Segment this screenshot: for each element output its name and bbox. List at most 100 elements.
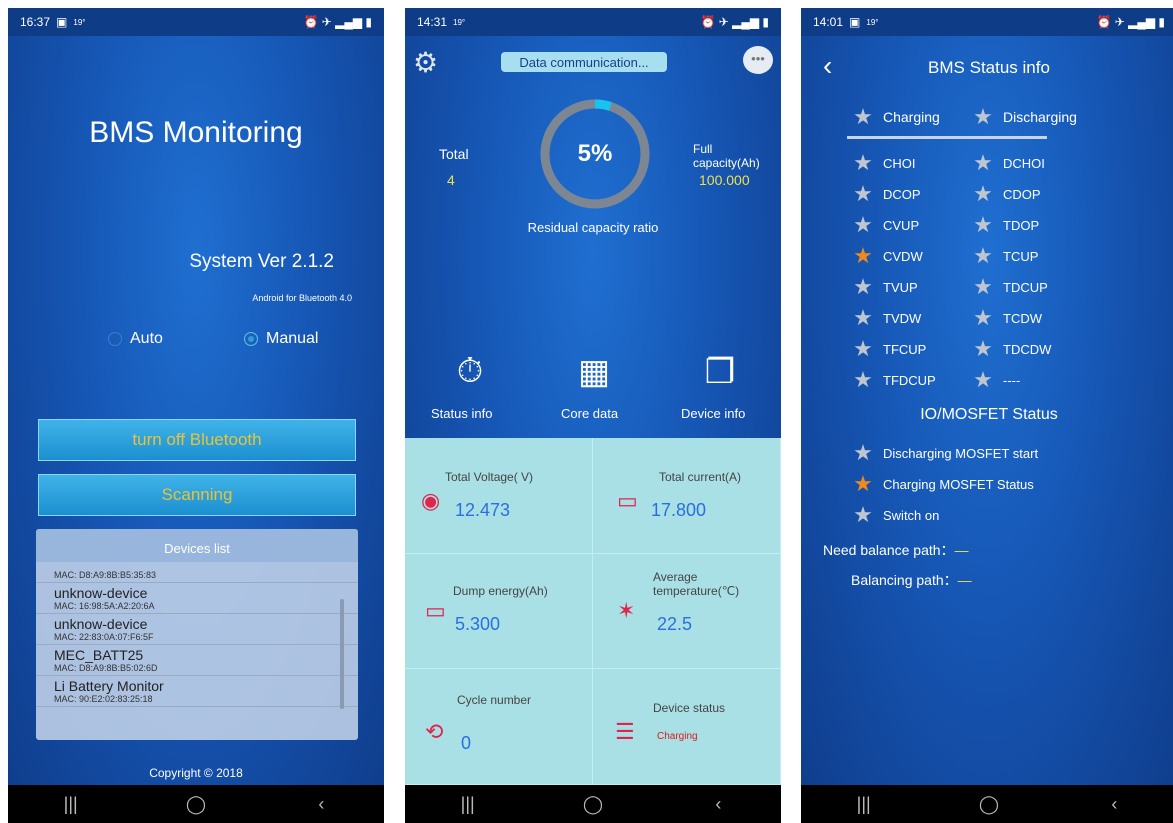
chat-icon[interactable]: ••• xyxy=(743,46,773,74)
page-title: BMS Status info xyxy=(928,58,1050,77)
star-icon: ★ xyxy=(853,336,873,361)
device-item[interactable]: unknow-device MAC: 22:83:0A:07:F6:5F xyxy=(36,614,358,645)
devices-list[interactable]: Devices list MAC: D8:A9:8B:B5:35:83 unkn… xyxy=(36,529,358,740)
devices-scrollbar[interactable] xyxy=(340,599,344,709)
status-flag-label: Discharging MOSFET start xyxy=(883,445,1039,461)
clock-icon[interactable]: ⏱ xyxy=(445,352,495,391)
gallery-icon: ▣ xyxy=(849,15,861,29)
average-temperature-value: 22.5 xyxy=(657,613,693,634)
device-item[interactable]: unknow-device MAC: 16:98:5A:A2:20:6A xyxy=(36,583,358,614)
star-icon: ★ xyxy=(973,150,993,175)
status-flag: ★ Charging MOSFET Status xyxy=(851,471,1034,497)
status-flag: ★ TDOP xyxy=(971,212,1039,238)
cycle-number-value: 0 xyxy=(461,733,472,754)
recents-icon[interactable]: ||| xyxy=(834,794,894,815)
residual-capacity-label: Residual capacity ratio xyxy=(527,220,659,235)
signal-icons: ⏰ ✈ ▂▄▆ ▮ xyxy=(1096,15,1165,29)
status-flag-label: TVUP xyxy=(883,279,918,295)
gear-icon[interactable]: ⚙ xyxy=(413,46,438,79)
average-temperature-cell: Average temperature(℃) ✶ 22.5 xyxy=(593,553,781,670)
status-flag: ★ DCOP xyxy=(851,181,921,207)
battery-icon: ▭ xyxy=(425,597,446,623)
status-flag-label: DCOP xyxy=(883,186,921,202)
status-bar: 16:37 ▣ 19° ⏰ ✈ ▂▄▆ ▮ xyxy=(8,8,384,36)
total-voltage-value: 12.473 xyxy=(455,500,511,520)
status-flag-label: TCDW xyxy=(1003,310,1042,326)
status-flag-label: Switch on xyxy=(883,507,940,523)
star-icon: ★ xyxy=(853,212,873,237)
screen-bms-monitoring: 16:37 ▣ 19° ⏰ ✈ ▂▄▆ ▮ BMS Monitoring Syste… xyxy=(8,8,384,823)
back-nav-icon[interactable]: ‹ xyxy=(1084,794,1144,815)
star-icon: ★ xyxy=(853,243,873,268)
home-icon[interactable]: ◯ xyxy=(563,794,623,815)
turn-off-bluetooth-button[interactable]: turn off Bluetooth xyxy=(38,419,356,461)
star-icon: ★ xyxy=(973,181,993,206)
cycle-number-label: Cycle number xyxy=(457,693,532,708)
status-flag-label: TFDCUP xyxy=(883,372,936,388)
home-icon[interactable]: ◯ xyxy=(959,794,1019,815)
status-flag-label: ---- xyxy=(1003,372,1021,388)
status-flag: ★ CHOI xyxy=(851,150,915,176)
charging-indicator: ★ Charging xyxy=(851,104,940,130)
status-flag: ★ TFCUP xyxy=(851,336,926,362)
total-current-cell: Total current(A) ▭ 17.800 xyxy=(593,438,781,554)
divider xyxy=(847,136,1047,139)
system-subtitle: Android for Bluetooth 4.0 xyxy=(252,293,352,303)
cycle-arrows-icon: ⟲ xyxy=(425,719,444,745)
gallery-icon: ▣ xyxy=(56,15,68,29)
status-temp: 19° xyxy=(866,17,879,27)
dump-energy-cell: Dump energy(Ah) ▭ 5.300 xyxy=(405,553,593,670)
dump-energy-value: 5.300 xyxy=(455,613,501,634)
status-flag-label: TDCDW xyxy=(1003,341,1052,357)
android-nav-bar: ||| ◯ ‹ xyxy=(8,785,384,823)
star-icon: ★ xyxy=(853,440,873,465)
device-item[interactable]: MEC_BATT25 MAC: D8:A9:8B:B5:02:6D xyxy=(36,645,358,676)
discharging-indicator: ★ Discharging xyxy=(971,104,1077,130)
grid-icon[interactable]: ▦ xyxy=(569,352,619,392)
star-icon: ★ xyxy=(973,305,993,330)
nav-core-data[interactable]: Core data xyxy=(561,406,618,421)
star-icon: ★ xyxy=(973,104,993,129)
device-item[interactable]: MAC: D8:A9:8B:B5:35:83 xyxy=(36,562,358,583)
status-flag: ★ CVDW xyxy=(851,243,923,269)
recents-icon[interactable]: ||| xyxy=(41,794,101,815)
app-title: BMS Monitoring xyxy=(89,116,303,149)
total-voltage-label: Total Voltage( V) xyxy=(445,470,534,484)
back-nav-icon[interactable]: ‹ xyxy=(688,794,748,815)
total-label: Total xyxy=(439,146,469,162)
system-version: System Ver 2.1.2 xyxy=(189,251,334,272)
need-balance-path: Need balance path：— xyxy=(823,542,969,558)
status-flag-label: CVUP xyxy=(883,217,920,233)
star-icon: ★ xyxy=(853,181,873,206)
status-flag-label: TCUP xyxy=(1003,248,1039,264)
capacity-percent: 5% xyxy=(577,140,613,167)
radio-unchecked-icon xyxy=(108,332,122,346)
android-nav-bar: ||| ◯ ‹ xyxy=(405,785,781,823)
full-capacity-label: Full capacity(Ah) xyxy=(693,142,760,170)
recents-icon[interactable]: ||| xyxy=(438,794,498,815)
star-icon: ★ xyxy=(973,212,993,237)
mode-auto-radio[interactable]: Auto xyxy=(108,330,163,348)
nav-status-info[interactable]: Status info xyxy=(431,406,492,421)
device-item[interactable]: Li Battery Monitor MAC: 90:E2:02:83:25:18 xyxy=(36,676,358,707)
device-status-label: Device status xyxy=(653,701,726,716)
status-flag: ★ CDOP xyxy=(971,181,1040,207)
status-flag-label: TDCUP xyxy=(1003,279,1048,295)
document-icon[interactable]: ❐ xyxy=(695,352,745,392)
status-flag: ★ TCDW xyxy=(971,305,1042,331)
status-time: 14:01 xyxy=(813,15,844,29)
dump-energy-label: Dump energy(Ah) xyxy=(453,583,548,598)
nav-device-info[interactable]: Device info xyxy=(681,406,745,421)
status-time: 16:37 xyxy=(20,15,51,29)
io-mosfet-title: IO/MOSFET Status xyxy=(920,406,1058,423)
status-flag: ★ ---- xyxy=(971,367,1020,393)
home-icon[interactable]: ◯ xyxy=(166,794,226,815)
balancing-path: Balancing path：— xyxy=(851,572,972,588)
status-flag: ★ TVDW xyxy=(851,305,921,331)
mode-manual-radio[interactable]: Manual xyxy=(244,330,318,348)
star-icon: ★ xyxy=(853,305,873,330)
devices-list-header: Devices list xyxy=(36,529,358,562)
scanning-button[interactable]: Scanning xyxy=(38,474,356,516)
back-nav-icon[interactable]: ‹ xyxy=(291,794,351,815)
status-bar: 14:01 ▣ 19° ⏰ ✈ ▂▄▆ ▮ xyxy=(801,8,1173,36)
